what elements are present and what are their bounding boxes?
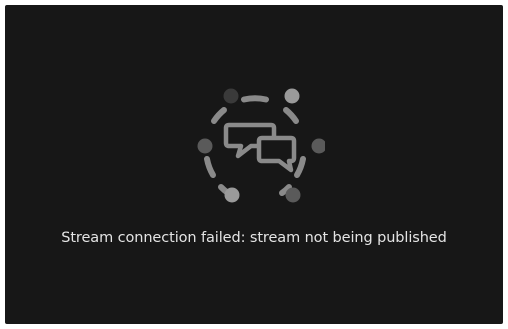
ring-segment xyxy=(283,107,299,124)
spinner-dot xyxy=(223,88,239,104)
spinner-dot xyxy=(311,138,327,154)
error-message: Stream connection failed: stream not bei… xyxy=(61,230,447,246)
ring-segment xyxy=(294,156,306,178)
ring-segment xyxy=(211,107,227,124)
connection-status-indicator xyxy=(185,79,327,219)
chat-bubbles-spinner-icon xyxy=(197,88,327,203)
video-player[interactable]: Stream connection failed: stream not bei… xyxy=(5,5,503,324)
spinner-dot xyxy=(285,187,301,203)
spinner-dot xyxy=(224,187,240,203)
ring-segment xyxy=(241,95,269,103)
ring-segment xyxy=(204,156,216,178)
spinner-dot xyxy=(197,138,213,154)
chat-bubbles-icon xyxy=(223,122,297,173)
chat-bubble-front-icon xyxy=(256,135,297,173)
spinner-dot xyxy=(284,88,300,104)
